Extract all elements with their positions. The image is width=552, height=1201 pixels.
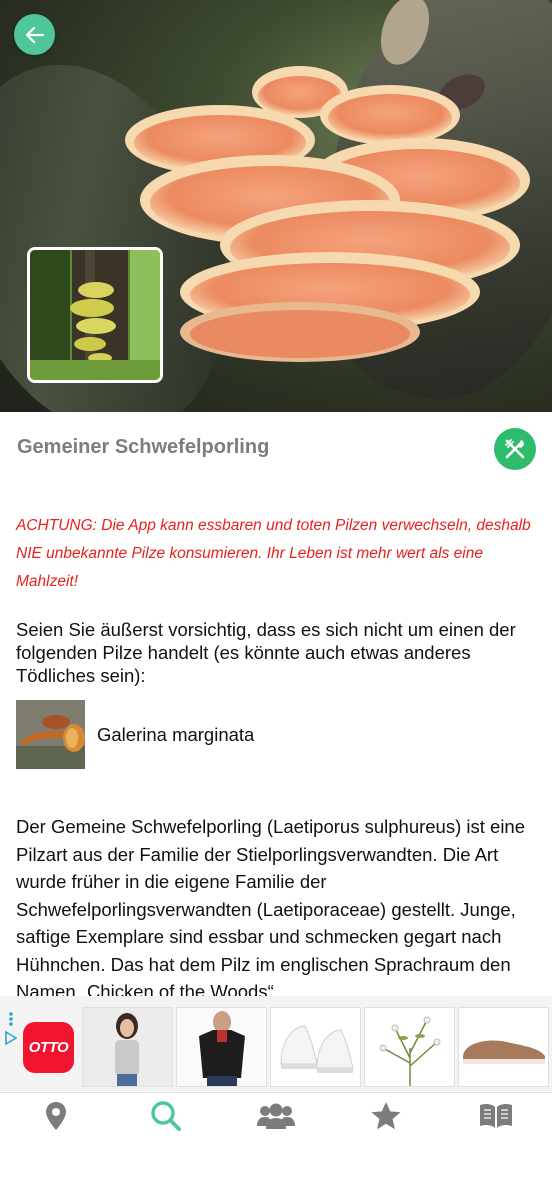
ad-product-top[interactable] [82,1007,173,1087]
otto-logo[interactable]: OTTO [23,1022,74,1073]
product-plant-image [365,1008,454,1086]
tab-library[interactable] [476,1098,516,1134]
lookalike-name: Galerina marginata [97,723,255,745]
tab-search[interactable] [146,1098,186,1134]
product-polo-image [177,1008,266,1086]
lookalike-intro: Seien Sie äußerst vorsichtig, dass es si… [16,619,516,686]
back-button[interactable] [14,14,55,55]
users-icon [257,1103,295,1129]
thumbnail-image[interactable] [27,247,163,383]
ad-product-polo[interactable] [176,1007,267,1087]
star-icon [371,1102,401,1130]
lookalike-image [16,700,85,769]
fork-knife-icon [505,439,525,459]
tab-map[interactable] [36,1098,76,1134]
arrow-left-icon [25,26,44,43]
galerina-illustration [16,700,85,769]
tab-community[interactable] [256,1098,296,1134]
ad-choices-icon[interactable] [4,1010,18,1050]
edibility-badge[interactable] [494,428,536,470]
book-icon [480,1103,512,1128]
warning-text: ACHTUNG: Die App kann essbaren und toten… [16,517,531,590]
ad-product-plant[interactable] [364,1007,455,1087]
ad-product-sneakers[interactable] [270,1007,361,1087]
mushroom-name: Gemeiner Schwefelporling [17,436,270,458]
search-icon [151,1101,181,1131]
description-text: Der Gemeine Schwefelporling (Laetiporus … [16,816,526,996]
product-loafer-image [459,1008,548,1086]
ad-product-loafer[interactable] [458,1007,549,1087]
tree-thumbnail-illustration [30,250,160,380]
tab-favorites[interactable] [366,1098,406,1134]
map-pin-icon [46,1102,66,1130]
product-top-image [83,1008,172,1086]
product-sneakers-image [271,1008,360,1086]
lookalike-item[interactable]: Galerina marginata [16,700,536,769]
